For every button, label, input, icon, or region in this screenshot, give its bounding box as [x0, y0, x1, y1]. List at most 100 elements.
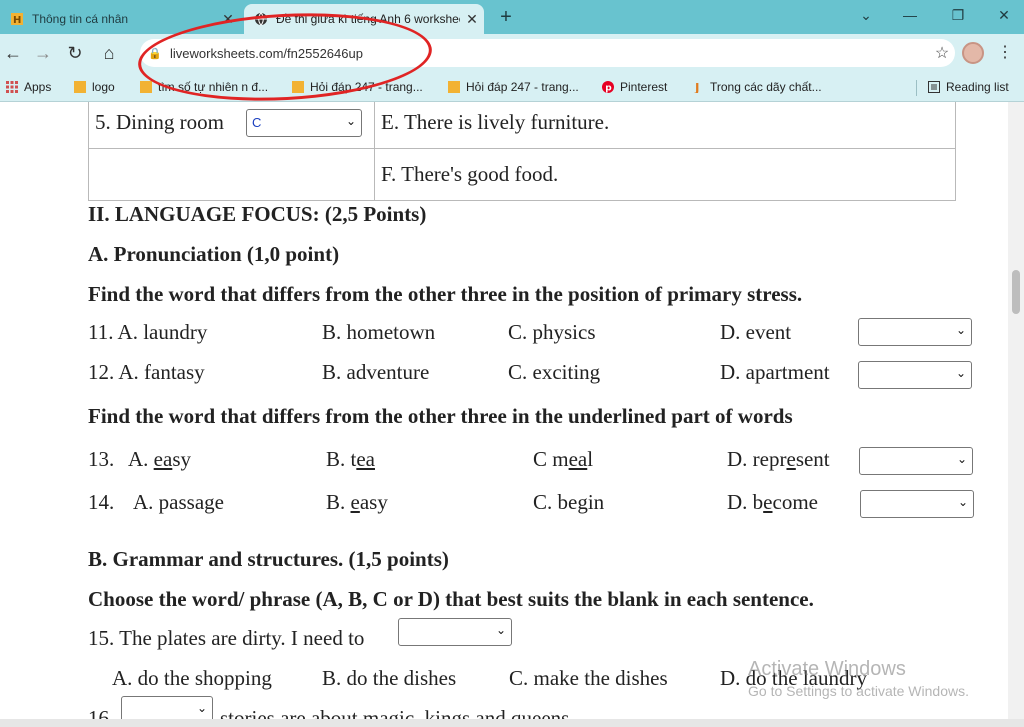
text: C m — [533, 447, 569, 471]
bookmark-hoidap-2[interactable]: Hỏi đáp 247 - trang... — [448, 78, 579, 96]
option-a: 11. A. laundry — [88, 320, 208, 344]
browser-toolbar: ← → ↻ ⌂ 🔒 liveworksheets.com/fn2552646up… — [0, 34, 1024, 72]
bookmark-tim-so[interactable]: tìm số tự nhiên n đ... — [140, 78, 268, 96]
option-d: D. become — [727, 490, 818, 515]
text: come — [772, 490, 818, 514]
bookmark-trong-cac[interactable]: J Trong các dãy chất... — [692, 78, 822, 96]
reading-list-icon — [928, 81, 940, 93]
star-icon[interactable]: ☆ — [929, 43, 955, 63]
option-c: C. make the dishes — [509, 666, 668, 690]
grammar-instruction: Choose the word/ phrase (A, B, C or D) t… — [88, 587, 814, 611]
bookmark-hoidap-1[interactable]: Hỏi đáp 247 - trang... — [292, 78, 423, 96]
text: sent — [795, 447, 830, 471]
underlined-part: ea — [568, 447, 588, 471]
forward-arrow-icon[interactable]: → — [30, 41, 56, 65]
section-title: II. LANGUAGE FOCUS: (2,5 Points) — [88, 202, 427, 226]
option-a: A. do the shopping — [112, 666, 272, 690]
text: sy — [172, 447, 192, 471]
pinterest-icon: p — [602, 81, 614, 93]
svg-text:p: p — [605, 84, 612, 93]
chevron-down-icon: ⌄ — [955, 366, 966, 380]
bookmark-label: tìm số tự nhiên n đ... — [158, 80, 269, 94]
bookmark-apps[interactable]: Apps — [6, 78, 51, 96]
option-d: D. represent — [727, 447, 830, 472]
answer-dropdown-13[interactable]: ⌄ — [859, 447, 973, 475]
matching-table: 5. Dining room C ⌄ E. There is lively fu… — [88, 102, 956, 201]
reading-list-button[interactable]: Reading list — [928, 78, 1009, 96]
text: l — [587, 447, 594, 471]
new-tab-button[interactable]: + — [494, 6, 518, 28]
close-icon[interactable]: ✕ — [216, 11, 240, 28]
underlined-part: ea — [356, 447, 375, 471]
answer-dropdown-11[interactable]: ⌄ — [858, 318, 972, 346]
text: D. repr — [727, 447, 787, 471]
reload-icon[interactable]: ↻ — [62, 41, 88, 65]
option-b: B. adventure — [322, 360, 430, 384]
text: e — [214, 490, 224, 514]
answer-dropdown-12[interactable]: ⌄ — [858, 361, 972, 389]
option-b: B. easy — [326, 490, 388, 515]
text: C. be — [533, 490, 578, 514]
question-11: 11. A. laundry B. hometown C. physics D.… — [0, 318, 1008, 350]
part-b-title: B. Grammar and structures. (1,5 points) — [88, 547, 449, 571]
option-c: C meal — [533, 447, 593, 472]
hoidap-favicon-icon — [74, 81, 86, 93]
option-a: A. passage — [133, 490, 224, 515]
answer-dropdown-15[interactable]: ⌄ — [398, 618, 512, 646]
back-arrow-icon[interactable]: ← — [0, 41, 26, 65]
bookmark-pinterest[interactable]: p Pinterest — [602, 78, 667, 96]
tab-thong-tin[interactable]: H Thông tin cá nhân ✕ — [0, 4, 240, 34]
answer-dropdown-16[interactable]: ⌄ — [121, 696, 213, 720]
tab-search-icon[interactable]: ⌄ — [846, 4, 886, 26]
address-bar[interactable]: 🔒 liveworksheets.com/fn2552646up ☆ — [140, 39, 955, 67]
underline-instruction: Find the word that differs from the othe… — [88, 404, 793, 428]
chevron-down-icon: ⌄ — [955, 323, 966, 337]
dropdown-value: C — [252, 115, 262, 130]
restore-button[interactable]: ❐ — [938, 4, 978, 26]
underlined-part: g — [577, 490, 588, 514]
answer-dropdown-14[interactable]: ⌄ — [860, 490, 974, 518]
hoidap-favicon-icon: H — [11, 13, 23, 26]
table-cell: F. There's good food. — [374, 148, 956, 201]
option-c: C. exciting — [508, 360, 601, 384]
question-16: 16. ⌄ stories are about magic, kings and… — [0, 696, 1008, 720]
option-c: C. physics — [508, 320, 596, 344]
table-cell: E. There is lively furniture. — [374, 102, 956, 149]
table-cell: 5. Dining room C ⌄ — [88, 102, 375, 149]
scrollbar-thumb[interactable] — [1012, 270, 1020, 314]
question-number: 13. — [88, 447, 115, 471]
home-icon[interactable]: ⌂ — [96, 41, 122, 65]
hoidap-favicon-icon — [140, 81, 152, 93]
close-icon[interactable]: ✕ — [460, 11, 484, 28]
lock-icon: 🔒 — [148, 47, 162, 60]
question-number: 14. — [88, 490, 115, 514]
activate-windows-watermark: Activate Windows Go to Settings to activ… — [748, 658, 969, 699]
svg-text:H: H — [13, 15, 21, 26]
chevron-down-icon: ⌄ — [495, 623, 506, 637]
answer-dropdown-5[interactable]: C ⌄ — [246, 109, 362, 137]
close-window-button[interactable]: ✕ — [984, 4, 1024, 26]
bookmark-label: Trong các dãy chất... — [710, 80, 822, 94]
bookmark-logo[interactable]: logo — [74, 78, 115, 96]
avatar[interactable] — [962, 42, 984, 64]
horizontal-scrollbar[interactable] — [0, 719, 1024, 727]
question-stem: 15. The plates are dirty. I need to — [88, 626, 365, 650]
bookmark-label: Reading list — [946, 80, 1009, 94]
worksheet-page: 5. Dining room C ⌄ E. There is lively fu… — [0, 102, 1008, 720]
room-label: 5. Dining room — [95, 110, 224, 134]
hoidap-favicon-icon — [292, 81, 304, 93]
more-menu-icon[interactable]: ⋮ — [995, 42, 1015, 64]
watermark-line-2: Go to Settings to activate Windows. — [748, 683, 969, 699]
text: D. b — [727, 490, 764, 514]
bookmark-label: logo — [92, 80, 115, 94]
chevron-down-icon: ⌄ — [196, 701, 207, 715]
hoidap-favicon-icon — [448, 81, 460, 93]
tab-de-thi[interactable]: Đề thi giữa kì tiếng Anh 6 worksheet ✕ — [244, 4, 484, 34]
vertical-scrollbar[interactable] — [1008, 102, 1024, 720]
underlined-part: e — [786, 447, 796, 471]
watermark-line-1: Activate Windows — [748, 658, 906, 680]
text: B. — [326, 490, 351, 514]
minimize-button[interactable]: — — [890, 4, 930, 26]
stress-instruction: Find the word that differs from the othe… — [88, 282, 803, 306]
table-cell — [88, 148, 375, 201]
